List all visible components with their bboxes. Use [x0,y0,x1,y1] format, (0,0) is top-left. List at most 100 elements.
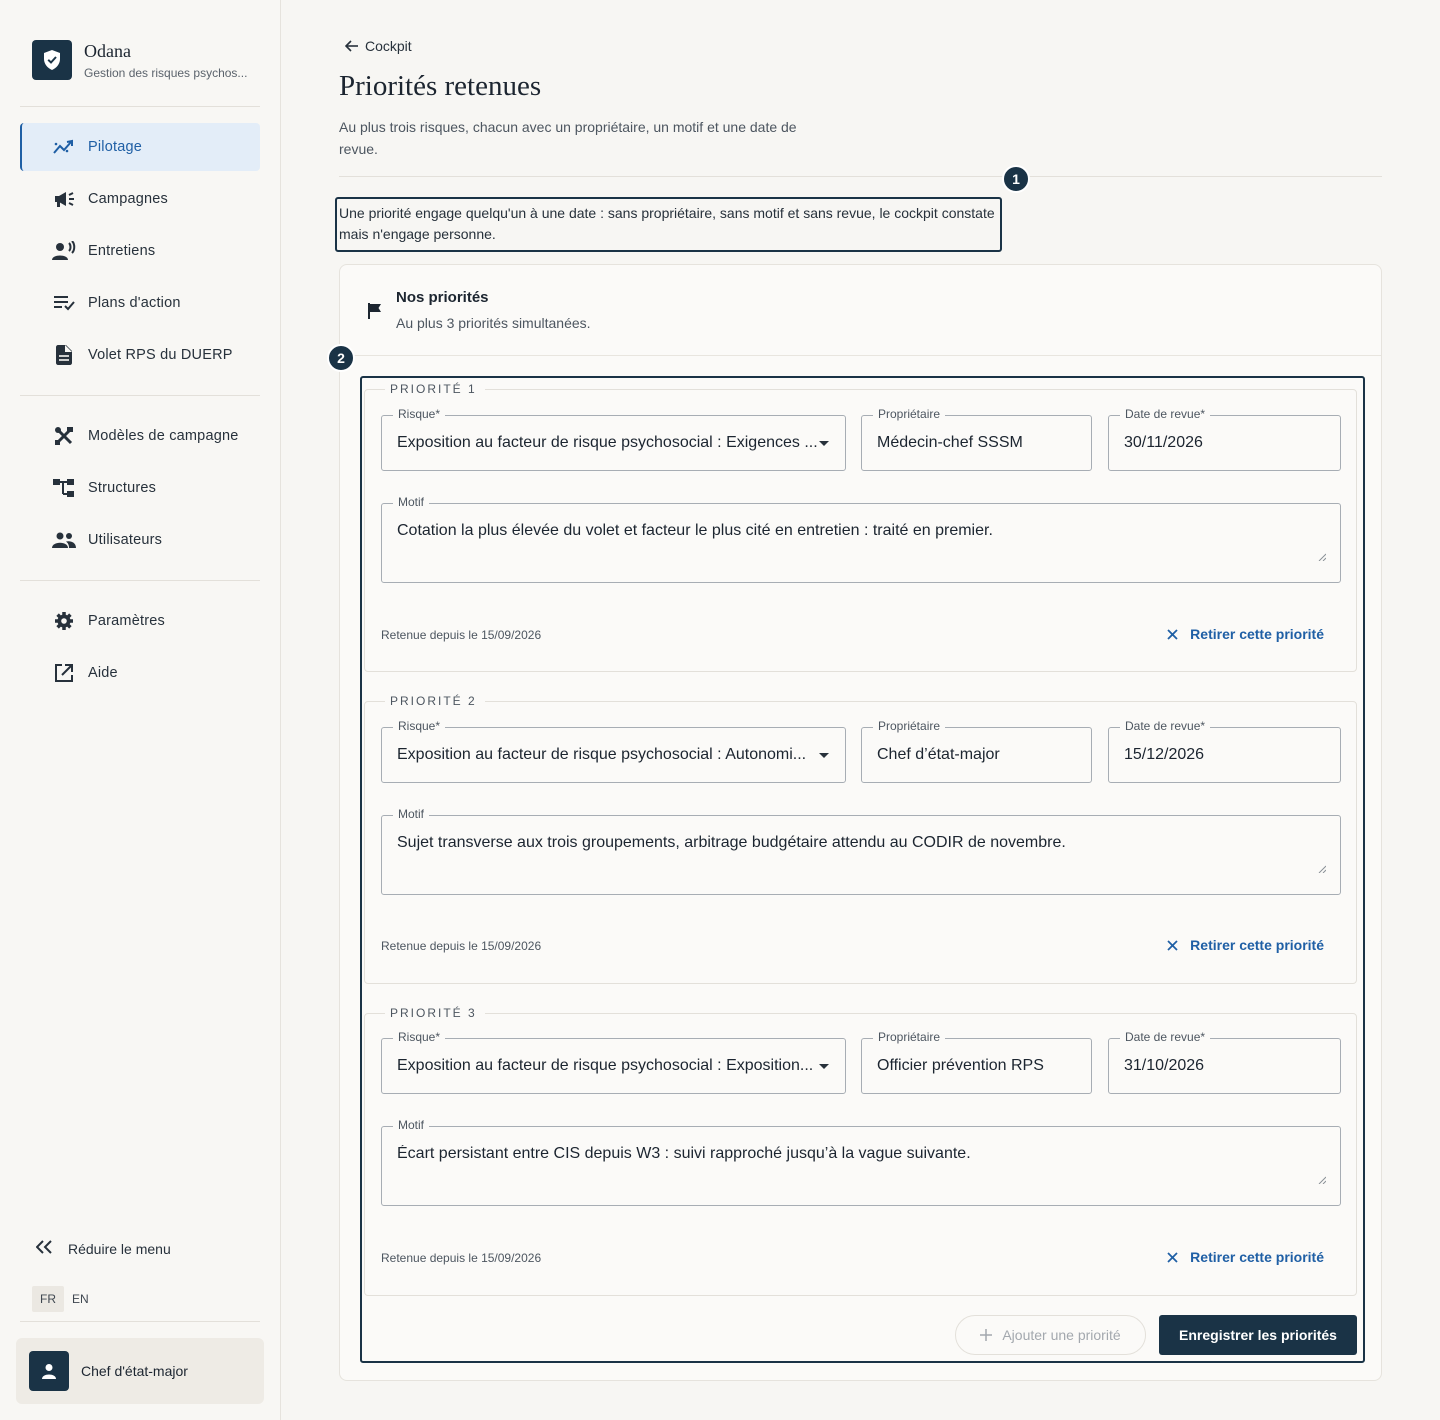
owner-value: Officier prévention RPS [877,1057,1044,1074]
review-date-field[interactable]: Date de revue* 31/10/2026 [1108,1030,1341,1094]
sidebar-item-label: Structures [88,480,157,496]
remove-priority-button[interactable]: Retirer cette priorité [1167,626,1324,642]
risk-value: Exposition au facteur de risque psychoso… [397,434,817,451]
divider [20,395,260,396]
reduce-menu-label: Réduire le menu [68,1240,171,1257]
sidebar-item-label: Paramètres [88,613,165,629]
retained-since: Retenue depuis le 15/09/2026 [381,628,542,642]
hierarchy-icon [52,476,76,500]
external-link-icon [52,661,76,685]
reason-textarea[interactable]: Motif Écart persistant entre CIS depuis … [381,1118,1341,1206]
sidebar-item-modeles[interactable]: Modèles de campagne [20,412,260,460]
priority-legend: PRIORITÉ 2 [385,694,485,708]
sidebar-item-plans-action[interactable]: Plans d'action [20,279,260,327]
megaphone-icon [52,187,76,211]
back-link[interactable]: Cockpit [345,38,412,54]
reason-textarea[interactable]: Motif Sujet transverse aux trois groupem… [381,807,1341,895]
reason-label: Motif [393,495,430,509]
arrow-left-icon [345,40,359,52]
risk-value: Exposition au facteur de risque psychoso… [397,746,807,763]
sidebar-item-label: Entretiens [88,243,156,259]
language-switcher: FR EN [32,1286,97,1312]
sidebar-item-campagnes[interactable]: Campagnes [20,175,260,223]
owner-field[interactable]: Propriétaire Officier prévention RPS [861,1030,1092,1094]
close-icon [1167,939,1178,951]
risk-label: Risque* [393,1030,446,1044]
card-title: Nos priorités [396,289,489,306]
reason-label: Motif [393,1118,430,1132]
risk-select[interactable]: Risque* Exposition au facteur de risque … [381,719,846,783]
divider [20,106,260,107]
sidebar-item-label: Volet RPS du DUERP [88,347,233,363]
retained-since: Retenue depuis le 15/09/2026 [381,939,542,953]
sidebar-item-label: Plans d'action [88,295,181,311]
review-date-field[interactable]: Date de revue* 15/12/2026 [1108,719,1341,783]
sidebar-item-volet-rps[interactable]: Volet RPS du DUERP [20,331,260,379]
divider [20,580,260,581]
sidebar-item-structures[interactable]: Structures [20,464,260,512]
remove-priority-button[interactable]: Retirer cette priorité [1167,937,1324,953]
back-label: Cockpit [365,38,412,54]
page-subtitle: Au plus trois risques, chacun avec un pr… [339,119,797,157]
caret-down-icon [819,1064,829,1069]
resize-handle-icon[interactable] [1318,548,1327,566]
risk-select[interactable]: Risque* Exposition au facteur de risque … [381,1030,846,1094]
review-date-field[interactable]: Date de revue* 30/11/2026 [1108,407,1341,471]
users-icon [52,528,76,552]
reason-value: Sujet transverse aux trois groupements, … [397,834,1066,851]
sidebar-item-entretiens[interactable]: Entretiens [20,227,260,275]
brand-name: Odana [84,40,131,61]
lang-en[interactable]: EN [64,1286,97,1312]
caret-down-icon [819,441,829,446]
reason-value: Écart persistant entre CIS depuis W3 : s… [397,1145,971,1162]
close-icon [1167,628,1178,640]
sidebar-item-parametres[interactable]: Paramètres [20,597,260,645]
shield-check-icon [32,40,72,80]
remove-label: Retirer cette priorité [1190,1249,1324,1265]
checklist-icon [52,291,76,315]
risk-select[interactable]: Risque* Exposition au facteur de risque … [381,407,846,471]
close-icon [1167,1251,1178,1263]
priority-legend: PRIORITÉ 3 [385,1006,485,1020]
sidebar-item-label: Aide [88,665,118,681]
user-name: Chef d'état-major [81,1363,188,1379]
brand-subtitle: Gestion des risques psychos... [84,65,248,80]
caret-down-icon [819,753,829,758]
reduce-menu-button[interactable]: Réduire le menu [35,1240,171,1257]
flag-icon [368,303,382,331]
sidebar: Odana Gestion des risques psychos... Pil… [0,0,281,1420]
plus-icon [980,1329,993,1341]
owner-label: Propriétaire [873,407,946,421]
reason-label: Motif [393,807,430,821]
review-date-value: 15/12/2026 [1124,746,1205,763]
double-chevron-left-icon [35,1240,54,1257]
save-priorities-button[interactable]: Enregistrer les priorités [1159,1315,1357,1355]
owner-label: Propriétaire [873,1030,946,1044]
sidebar-item-label: Utilisateurs [88,532,163,548]
owner-field[interactable]: Propriétaire Chef d’état-major [861,719,1092,783]
resize-handle-icon[interactable] [1318,860,1327,878]
divider [20,1321,260,1322]
remove-priority-button[interactable]: Retirer cette priorité [1167,1249,1324,1265]
priority-group-1: PRIORITÉ 1 Risque* Exposition au facteur… [364,382,1357,672]
sidebar-item-pilotage[interactable]: Pilotage [20,123,260,171]
add-priority-button[interactable]: Ajouter une priorité [955,1315,1146,1355]
review-date-label: Date de revue* [1120,1030,1211,1044]
user-card[interactable]: Chef d'état-major [16,1338,264,1404]
gear-icon [52,609,76,633]
person-speaking-icon [52,239,76,263]
sidebar-item-utilisateurs[interactable]: Utilisateurs [20,516,260,564]
brand[interactable]: Odana Gestion des risques psychos... [32,40,247,80]
review-date-label: Date de revue* [1120,407,1211,421]
owner-value: Chef d’état-major [877,746,1000,763]
risk-label: Risque* [393,407,446,421]
reason-textarea[interactable]: Motif Cotation la plus élevée du volet e… [381,495,1341,583]
resize-handle-icon[interactable] [1318,1171,1327,1189]
lang-fr[interactable]: FR [32,1286,64,1312]
sidebar-item-label: Pilotage [88,139,142,155]
sidebar-item-aide[interactable]: Aide [20,649,260,697]
retained-since: Retenue depuis le 15/09/2026 [381,1251,542,1265]
divider [340,355,1381,356]
owner-field[interactable]: Propriétaire Médecin-chef SSSM [861,407,1092,471]
tools-icon [52,424,76,448]
